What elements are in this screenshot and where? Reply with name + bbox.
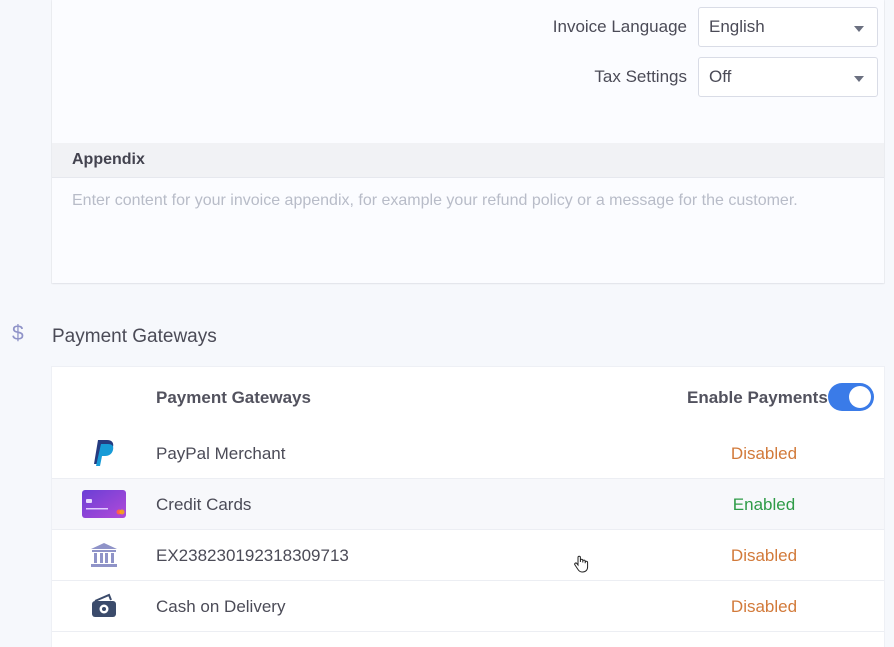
gateway-row-credit-cards[interactable]: Credit Cards Enabled [52,479,884,530]
invoice-settings-card: Invoice Language English Tax Settings Of… [52,0,884,283]
tax-settings-value: Off [709,67,732,86]
invoice-language-row: Invoice Language English [553,7,878,47]
tax-settings-row: Tax Settings Off [594,57,878,97]
gateway-name: Credit Cards [156,495,252,514]
gateway-name: Cash on Delivery [156,597,286,616]
chevron-down-icon [854,26,864,32]
appendix-textarea[interactable]: Enter content for your invoice appendix,… [72,192,872,210]
credit-card-icon [82,489,126,519]
bank-icon [82,540,126,570]
gateway-name: EX238230192318309713 [156,546,349,565]
cash-icon [82,591,126,621]
invoice-language-select[interactable]: English [698,7,878,47]
gateways-table-header: Payment Gateways Enable Payments [52,367,884,428]
appendix-header: Appendix [52,143,884,178]
gateways-column-title: Payment Gateways [156,388,311,407]
payment-gateways-card: Payment Gateways Enable Payments PayPal … [52,367,884,647]
chevron-down-icon [854,76,864,82]
tax-settings-select[interactable]: Off [698,57,878,97]
enable-payments-toggle[interactable] [828,383,874,411]
dollar-icon: $ [12,322,24,345]
hand-cursor-icon [573,555,589,578]
gateway-status: Disabled [730,444,798,463]
invoice-language-value: English [709,17,765,36]
left-rail [0,0,38,641]
tax-settings-label: Tax Settings [594,67,687,86]
paypal-icon [82,438,126,468]
gateway-status: Disabled [730,546,798,565]
gateway-row-bank[interactable]: EX238230192318309713 Disabled [52,530,884,581]
enable-payments-label: Enable Payments [687,388,828,407]
section-title: Payment Gateways [52,326,217,347]
gateway-status: Disabled [730,597,798,616]
gateway-status: Enabled [732,495,796,514]
gateway-row-paypal[interactable]: PayPal Merchant Disabled [52,428,884,479]
invoice-language-label: Invoice Language [552,17,687,36]
toggle-knob [849,386,871,408]
gateway-row-cash[interactable]: Cash on Delivery Disabled [52,581,884,632]
gateway-name: PayPal Merchant [156,444,286,463]
